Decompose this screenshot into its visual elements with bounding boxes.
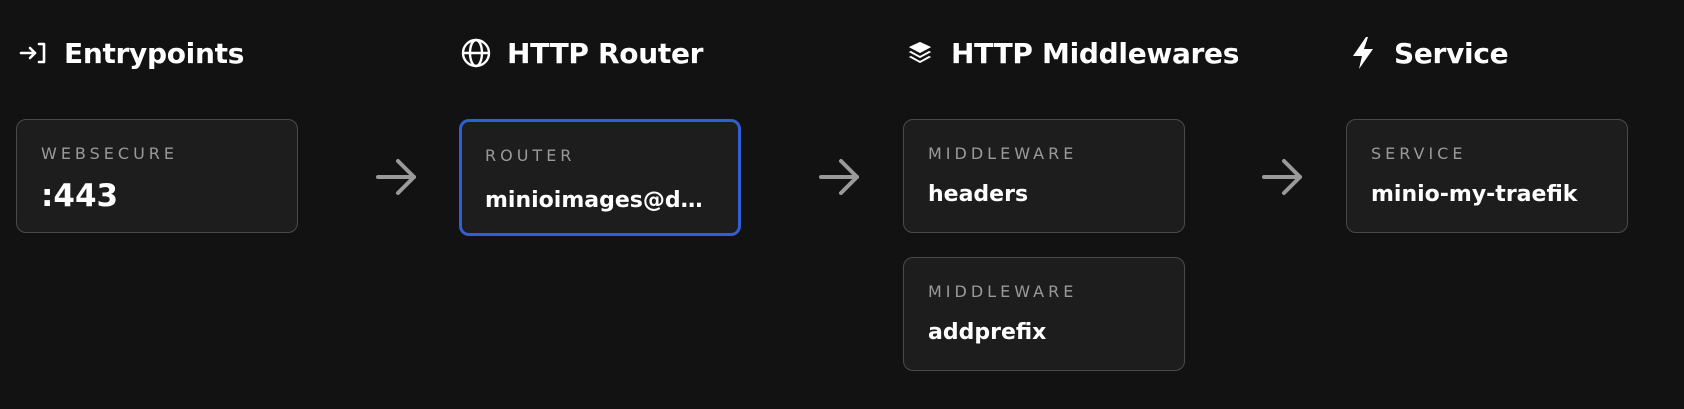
service-card[interactable]: SERVICE minio-my-traefik [1346, 119, 1628, 233]
entrypoint-card-value: :443 [41, 178, 119, 214]
middleware-card-label: MIDDLEWARE [928, 282, 1078, 301]
middleware-card-headers[interactable]: MIDDLEWARE headers [903, 119, 1185, 233]
entrypoints-header: Entrypoints [16, 36, 244, 70]
layers-icon [903, 36, 937, 70]
service-header: Service [1346, 36, 1509, 70]
service-card-label: SERVICE [1371, 144, 1467, 163]
middleware-card-label: MIDDLEWARE [928, 144, 1078, 163]
router-title: HTTP Router [507, 36, 704, 70]
service-card-value: minio-my-traefik [1371, 182, 1578, 207]
router-card-label: ROUTER [485, 146, 576, 165]
router-card-selected[interactable]: ROUTER minioimages@doc... [459, 119, 741, 236]
globe-icon [459, 36, 493, 70]
service-title: Service [1394, 36, 1509, 70]
entrypoints-title: Entrypoints [64, 36, 245, 70]
router-card-value: minioimages@doc... [485, 188, 714, 213]
middlewares-title: HTTP Middlewares [951, 36, 1240, 70]
entrypoint-card-websecure[interactable]: WEBSECURE :443 [16, 119, 298, 233]
flow-arrow-icon [376, 159, 416, 195]
flow-arrow-icon [819, 159, 859, 195]
entrypoint-arrow-icon [16, 36, 50, 70]
middleware-card-value: headers [928, 182, 1029, 207]
middleware-card-value: addprefix [928, 320, 1047, 345]
lightning-icon [1346, 36, 1380, 70]
flow-arrow-icon [1262, 159, 1302, 195]
entrypoint-card-label: WEBSECURE [41, 144, 178, 163]
router-header: HTTP Router [459, 36, 703, 70]
middleware-card-addprefix[interactable]: MIDDLEWARE addprefix [903, 257, 1185, 371]
middlewares-header: HTTP Middlewares [903, 36, 1239, 70]
